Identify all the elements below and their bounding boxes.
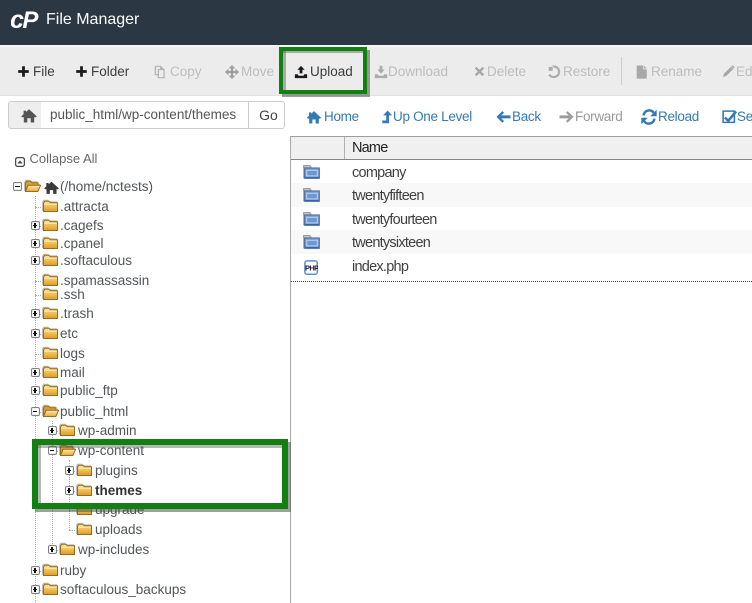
svg-text:cP: cP	[11, 7, 39, 33]
